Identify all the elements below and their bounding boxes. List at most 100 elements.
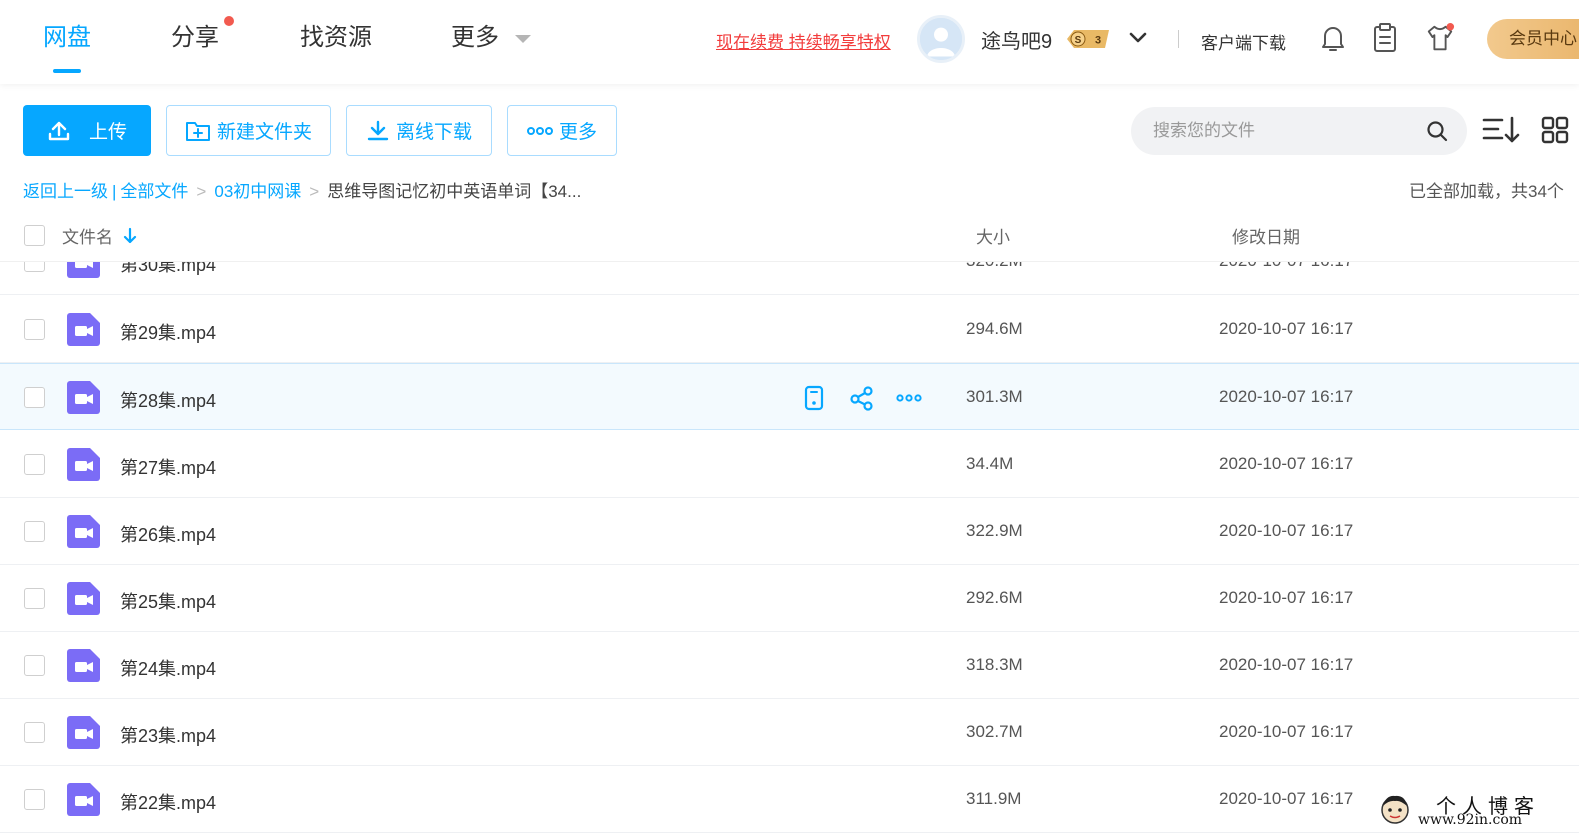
breadcrumb-current: 思维导图记忆初中英语单词【34...	[327, 182, 582, 201]
row-checkbox[interactable]	[24, 319, 45, 340]
video-file-icon	[67, 262, 100, 278]
bell-icon[interactable]	[1318, 22, 1348, 54]
table-row[interactable]: 第29集.mp4 294.6M 2020-10-07 16:17	[0, 296, 1579, 363]
phone-icon[interactable]	[801, 385, 827, 411]
tab-netdisk[interactable]: 网盘	[43, 20, 91, 73]
more-button[interactable]: 更多	[507, 105, 617, 156]
video-file-icon	[67, 783, 100, 816]
file-name[interactable]: 第26集.mp4	[120, 521, 216, 547]
sort-icon[interactable]	[1482, 114, 1520, 146]
search-icon[interactable]	[1425, 119, 1449, 143]
file-size: 311.9M	[966, 789, 1022, 808]
new-folder-button[interactable]: 新建文件夹	[166, 105, 331, 156]
select-all-checkbox[interactable]	[24, 225, 45, 246]
breadcrumb-arrow: >	[196, 182, 207, 201]
top-nav: 网盘 分享 找资源 更多 现在续费 持续畅享特权 途鸟吧9 S 3 客户端下载 …	[0, 0, 1579, 84]
chevron-down-icon[interactable]	[1128, 28, 1148, 48]
vip-level-text: 3	[1095, 35, 1101, 47]
divider	[1178, 30, 1179, 48]
row-checkbox[interactable]	[24, 789, 45, 810]
file-date: 2020-10-07 16:17	[1219, 262, 1353, 271]
table-row[interactable]: 第28集.mp4 301.3M 2020-10-07 16:17	[0, 363, 1579, 430]
breadcrumb-back[interactable]: 返回上一级	[23, 182, 108, 201]
table-row[interactable]: 第27集.mp4 34.4M 2020-10-07 16:17	[0, 431, 1579, 498]
download-icon	[367, 120, 389, 140]
grid-view-icon[interactable]	[1540, 114, 1578, 146]
file-size: 302.7M	[966, 722, 1023, 741]
skin-tshirt-icon[interactable]	[1425, 22, 1455, 54]
offline-download-button[interactable]: 离线下载	[346, 105, 492, 156]
avatar[interactable]	[917, 15, 965, 63]
renew-promo-link[interactable]: 现在续费 持续畅享特权	[716, 28, 891, 53]
row-checkbox[interactable]	[24, 387, 45, 408]
tab-share[interactable]: 分享	[171, 20, 219, 60]
client-download-link[interactable]: 客户端下载	[1201, 29, 1286, 54]
file-size: 322.9M	[966, 521, 1023, 540]
row-checkbox[interactable]	[24, 655, 45, 676]
file-date: 2020-10-07 16:17	[1219, 454, 1354, 473]
offline-download-label: 离线下载	[395, 122, 472, 143]
row-checkbox[interactable]	[24, 722, 45, 743]
caret-down-icon[interactable]	[515, 35, 531, 43]
upload-icon	[48, 121, 70, 140]
breadcrumb-folder[interactable]: 03初中网课	[214, 182, 301, 201]
row-checkbox[interactable]	[24, 454, 45, 475]
file-name[interactable]: 第28集.mp4	[120, 387, 216, 413]
file-date: 2020-10-07 16:17	[1219, 521, 1354, 540]
clipboard-icon[interactable]	[1370, 22, 1400, 54]
vip-center-button[interactable]: 会员中心	[1487, 19, 1579, 59]
file-name[interactable]: 第24集.mp4	[120, 655, 216, 681]
file-size: 318.3M	[966, 655, 1023, 674]
file-name[interactable]: 第27集.mp4	[120, 454, 216, 480]
tab-more[interactable]: 更多	[451, 20, 499, 60]
breadcrumb-arrow: >	[309, 182, 320, 201]
column-filename[interactable]: 文件名	[62, 223, 113, 248]
file-size: 34.4M	[966, 454, 1014, 473]
table-row[interactable]: 第25集.mp4 292.6M 2020-10-07 16:17	[0, 565, 1579, 632]
video-file-icon	[67, 381, 100, 414]
file-date: 2020-10-07 16:17	[1219, 722, 1354, 741]
load-status: 已全部加载，共34个	[1409, 182, 1564, 201]
file-size: 301.3M	[966, 387, 1023, 406]
table-row[interactable]: 第22集.mp4 311.9M 2020-10-07 16:17	[0, 766, 1579, 833]
breadcrumb-all-files[interactable]: 全部文件	[120, 182, 188, 201]
row-checkbox[interactable]	[24, 521, 45, 542]
tab-find-resources[interactable]: 找资源	[300, 20, 372, 60]
file-size: 320.2M	[966, 262, 1023, 271]
file-size: 292.6M	[966, 588, 1023, 607]
file-name[interactable]: 第30集.mp4	[120, 262, 216, 277]
more-dots-icon	[526, 126, 553, 135]
file-date: 2020-10-07 16:17	[1219, 655, 1354, 674]
row-checkbox[interactable]	[24, 588, 45, 609]
table-row[interactable]: 第30集.mp4 320.2M 2020-10-07 16:17	[0, 262, 1579, 295]
file-name[interactable]: 第22集.mp4	[120, 789, 216, 815]
share-icon[interactable]	[849, 385, 875, 411]
blog-watermark: 个人博客 www.92in.com	[1378, 788, 1578, 834]
video-file-icon	[67, 649, 100, 682]
video-file-icon	[67, 582, 100, 615]
file-name[interactable]: 第25集.mp4	[120, 588, 216, 614]
breadcrumb-separator: |	[112, 182, 117, 201]
sort-arrow-down-icon[interactable]	[123, 227, 137, 245]
more-dots-icon[interactable]	[896, 385, 922, 411]
svg-text:S: S	[1075, 35, 1082, 46]
more-label: 更多	[558, 122, 597, 143]
file-date: 2020-10-07 16:17	[1219, 387, 1354, 406]
file-name[interactable]: 第23集.mp4	[120, 722, 216, 748]
row-checkbox[interactable]	[24, 262, 45, 272]
table-row[interactable]: 第26集.mp4 322.9M 2020-10-07 16:17	[0, 498, 1579, 565]
file-name[interactable]: 第29集.mp4	[120, 319, 216, 345]
column-size[interactable]: 大小	[976, 223, 1010, 248]
search-input[interactable]	[1153, 117, 1413, 145]
notification-dot	[224, 16, 234, 26]
video-file-icon	[67, 716, 100, 749]
file-date: 2020-10-07 16:17	[1219, 319, 1354, 338]
file-list: 第30集.mp4 320.2M 2020-10-07 16:17 第29集.mp…	[0, 262, 1579, 837]
new-folder-icon	[185, 121, 210, 141]
table-row[interactable]: 第24集.mp4 318.3M 2020-10-07 16:17	[0, 632, 1579, 699]
upload-button[interactable]: 上传	[23, 105, 151, 156]
table-row[interactable]: 第23集.mp4 302.7M 2020-10-07 16:17	[0, 699, 1579, 766]
username[interactable]: 途鸟吧9	[981, 25, 1052, 54]
vip-level-badge: S 3	[1067, 30, 1109, 48]
column-modified-date[interactable]: 修改日期	[1232, 223, 1300, 248]
